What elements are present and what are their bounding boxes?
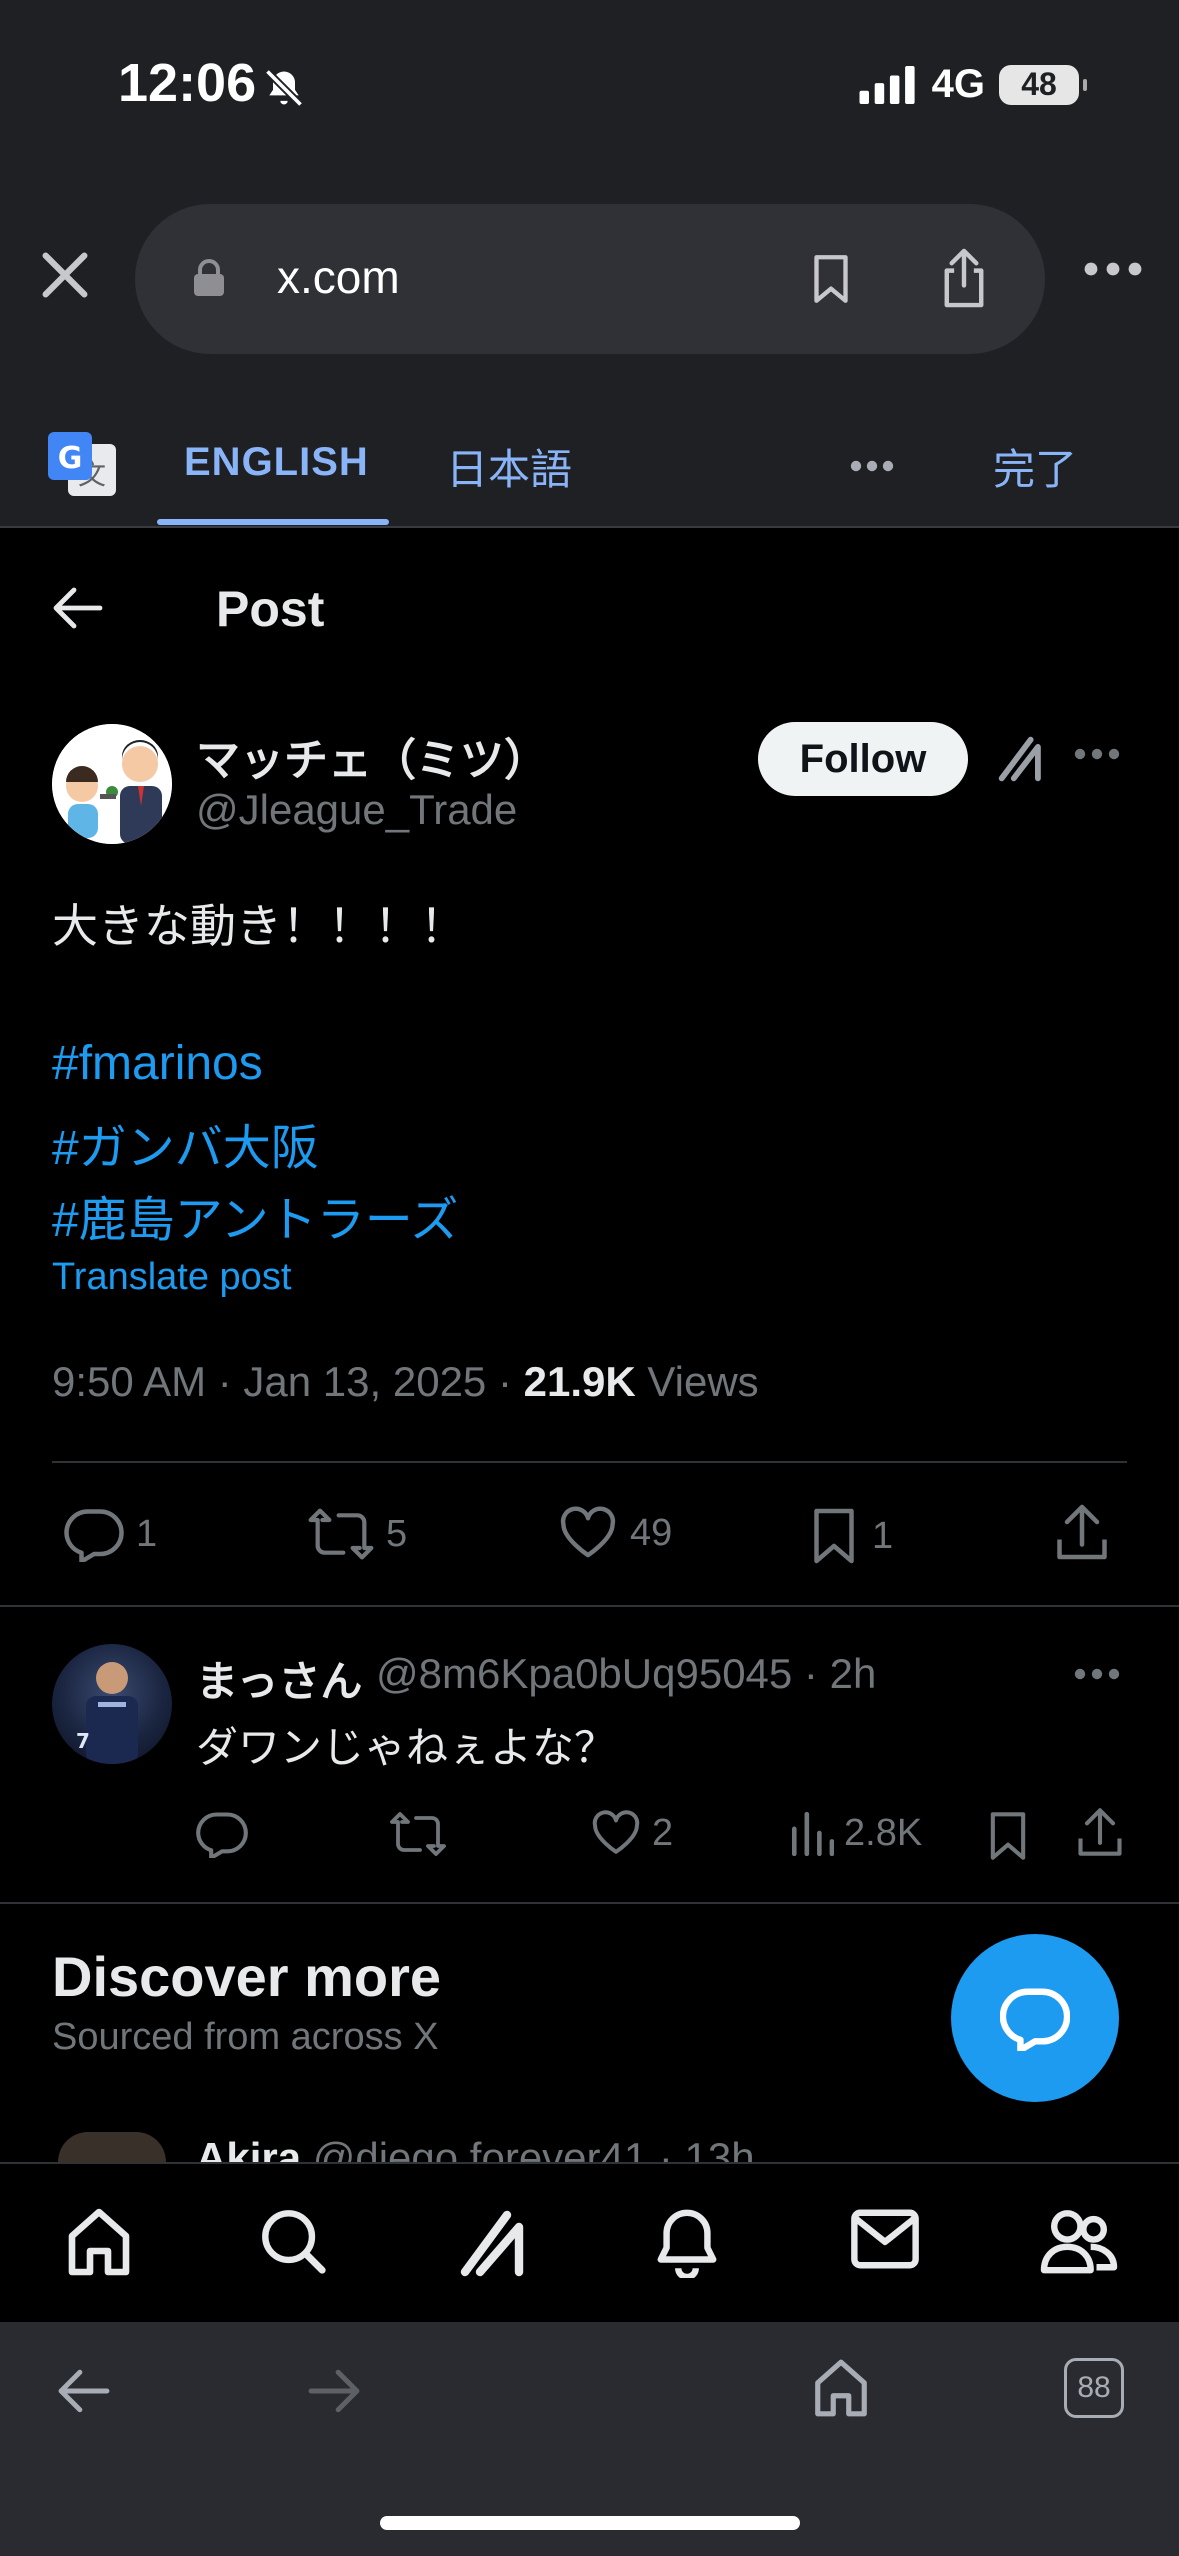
translate-more-icon[interactable] [850,460,894,472]
translate-post-link[interactable]: Translate post [52,1256,291,1299]
network-label: 4G [931,62,985,106]
reply-text: ダワンじゃねぇよな？ [196,1724,617,1771]
post-timestamp[interactable]: 9:50 AM · Jan 13, 2025 · [52,1358,524,1405]
views-label: Views [635,1358,759,1405]
views-count: 21.9K [523,1358,636,1405]
heart-icon [558,1506,618,1560]
reply-more-icon[interactable] [1074,1668,1120,1680]
repost-icon [390,1810,446,1858]
browser-forward-icon[interactable] [306,2366,362,2416]
author-name[interactable]: マッチェ（ミツ） [196,724,548,788]
browser-back-icon[interactable] [56,2366,112,2416]
reply-views-count: 2.8K [844,1811,923,1854]
reply-repost-button[interactable] [390,1810,446,1858]
post-text: 大きな動き！！！！ [52,900,466,952]
reply-icon [64,1506,124,1562]
next-post-header[interactable]: Akira @diego.forever41 · 13h [196,2134,755,2164]
next-post-author: Akira [196,2134,302,2164]
grok-icon[interactable] [456,2206,528,2278]
communities-icon[interactable] [1040,2206,1118,2276]
bookmark-count: 1 [872,1514,894,1557]
bookmark-icon[interactable] [802,250,860,308]
svg-text:G: G [58,441,83,476]
x-bottom-nav [0,2162,1179,2322]
back-arrow-icon[interactable] [52,584,104,632]
active-tab-indicator [157,519,389,525]
google-translate-icon[interactable]: 文G [48,432,118,500]
reply-author-handle[interactable]: @8m6Kpa0bUq95045 · 2h [376,1650,876,1698]
share-icon[interactable] [934,246,994,310]
grok-icon[interactable] [992,730,1050,788]
status-time: 12:06 [118,53,257,113]
reply-button[interactable]: 1 [64,1506,157,1562]
follow-button[interactable]: Follow [758,722,968,796]
next-post-avatar[interactable] [58,2132,166,2162]
discover-subtitle: Sourced from across X [52,2016,439,2058]
share-button[interactable] [1054,1502,1110,1562]
home-indicator [380,2516,800,2530]
bookmark-button[interactable]: 1 [808,1506,893,1566]
reply-bookmark-button[interactable] [986,1810,1030,1862]
browser-home-icon[interactable] [810,2356,872,2420]
reply-avatar[interactable]: 7 [52,1644,172,1764]
repost-count: 5 [386,1512,408,1555]
repost-button[interactable]: 5 [308,1506,407,1562]
search-icon[interactable] [258,2206,328,2276]
tab-japanese[interactable]: 日本語 [446,436,572,497]
next-post-handle: @diego.forever41 · 13h [301,2134,755,2164]
share-icon [1054,1502,1110,1562]
divider [0,1605,1179,1607]
chat-bubble-icon [1000,1985,1070,2051]
tabs-button[interactable]: 88 [1064,2358,1124,2418]
reply-share-button[interactable] [1076,1806,1124,1858]
author-handle[interactable]: @Jleague_Trade [196,786,517,834]
translate-done-button[interactable]: 完了 [993,436,1077,497]
reply-author-name[interactable]: まっさん [196,1648,362,1709]
share-icon [1076,1806,1124,1858]
analytics-icon [788,1810,834,1856]
reply-like-count: 2 [652,1811,674,1854]
hashtag-link[interactable]: #ガンバ大阪 [52,1108,319,1178]
home-icon[interactable] [62,2206,136,2278]
hashtag-link[interactable]: #鹿島アントラーズ [52,1180,458,1250]
mute-bell-icon [262,66,306,110]
messages-icon[interactable] [850,2206,920,2272]
svg-text:7: 7 [76,1729,90,1753]
url-text[interactable]: x.com [277,250,400,304]
reply-reply-button[interactable] [196,1810,248,1858]
avatar[interactable] [52,724,172,844]
divider [52,1461,1127,1463]
bookmark-icon [808,1506,860,1566]
lock-icon [192,258,226,298]
like-button[interactable]: 49 [558,1506,672,1560]
discover-title: Discover more [52,1945,442,2008]
heart-icon [590,1810,642,1856]
post-more-icon[interactable] [1074,748,1120,760]
tab-english[interactable]: ENGLISH [184,440,369,485]
reply-like-button[interactable]: 2 [590,1810,673,1856]
url-bar[interactable] [135,204,1045,354]
divider [0,1902,1179,1904]
reply-views-button[interactable]: 2.8K [788,1810,922,1856]
compose-reply-button[interactable] [951,1934,1119,2102]
signal-icon [858,65,918,104]
post-meta: 9:50 AM · Jan 13, 2025 · 21.9K Views [52,1358,759,1406]
like-count: 49 [630,1511,673,1554]
page-title: Post [216,581,325,637]
status-right: 4G 48 [858,62,1087,107]
repost-icon [308,1506,374,1562]
bookmark-icon [986,1810,1030,1862]
reply-count: 1 [136,1512,158,1555]
close-icon[interactable] [36,246,94,304]
battery-icon: 48 [999,64,1087,105]
notifications-icon[interactable] [652,2206,722,2278]
reply-icon [196,1810,248,1858]
hashtag-link[interactable]: #fmarinos [52,1036,263,1091]
more-icon[interactable] [1084,262,1142,276]
